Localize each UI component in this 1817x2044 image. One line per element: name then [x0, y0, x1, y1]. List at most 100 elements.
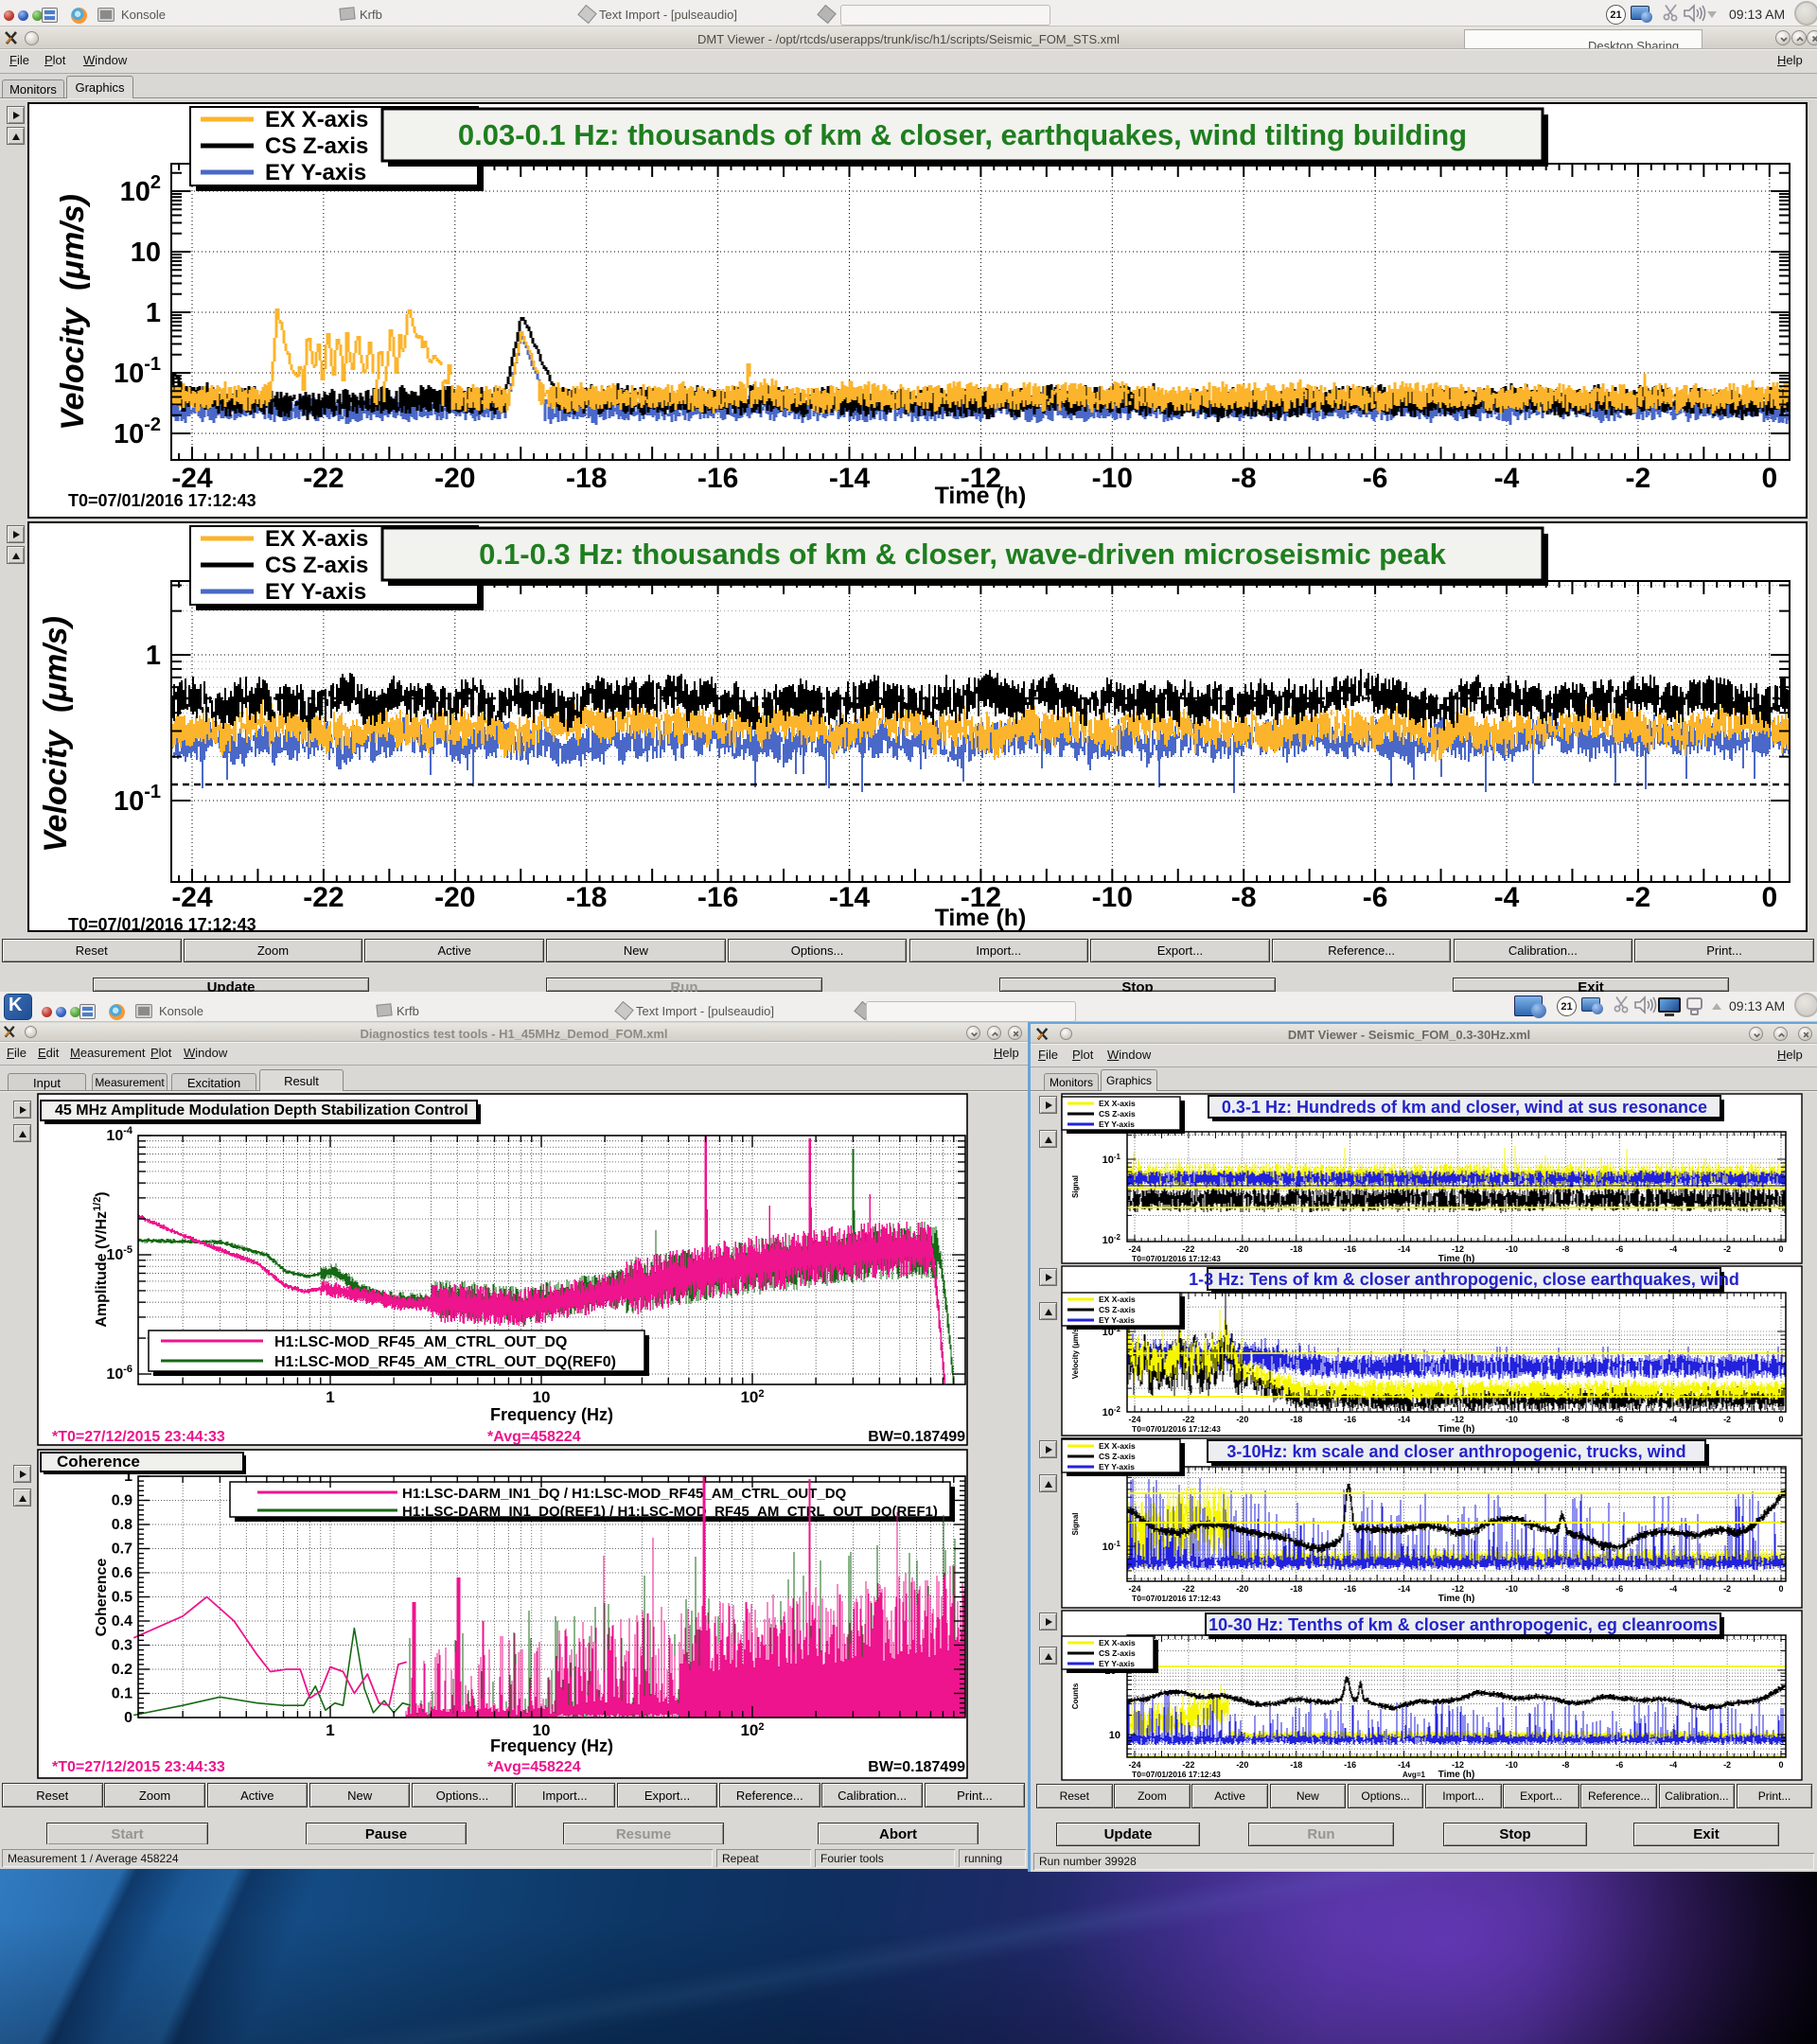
svg-text:EY Y-axis: EY Y-axis	[1099, 1659, 1135, 1668]
svg-text:10: 10	[533, 1388, 551, 1406]
svg-text:45 MHz Amplitude Modulation De: 45 MHz Amplitude Modulation Depth Stabil…	[55, 1102, 468, 1119]
svg-text:EX X-axis: EX X-axis	[265, 107, 368, 132]
svg-text:Time (h): Time (h)	[1438, 1424, 1475, 1435]
svg-text:-16: -16	[1344, 1760, 1356, 1770]
svg-text:-4: -4	[1669, 1760, 1677, 1770]
svg-text:-16: -16	[1344, 1244, 1356, 1254]
svg-text:Velocity (μm/s): Velocity (μm/s)	[1071, 1325, 1080, 1379]
svg-text:Time (h): Time (h)	[935, 905, 1027, 931]
svg-text:-14: -14	[1398, 1584, 1410, 1594]
svg-text:-6: -6	[1615, 1584, 1623, 1594]
svg-text:0: 0	[1761, 463, 1777, 494]
svg-text:-8: -8	[1231, 882, 1257, 913]
svg-text:-22: -22	[1182, 1584, 1194, 1594]
svg-text:Frequency (Hz): Frequency (Hz)	[490, 1405, 613, 1424]
svg-text:T0=07/01/2016 17:12:43: T0=07/01/2016 17:12:43	[1132, 1594, 1221, 1603]
svg-text:1: 1	[326, 1388, 334, 1406]
svg-text:0.1-0.3 Hz: thousands of km &: 0.1-0.3 Hz: thousands of km & closer, wa…	[479, 537, 1446, 571]
svg-text:-4: -4	[1669, 1584, 1677, 1594]
svg-text:-22: -22	[303, 882, 344, 913]
svg-text:Counts: Counts	[1071, 1683, 1080, 1709]
svg-text:-8: -8	[1231, 463, 1257, 494]
svg-text:-14: -14	[1398, 1760, 1410, 1770]
svg-text:-10: -10	[1506, 1415, 1518, 1424]
svg-text:-18: -18	[566, 882, 607, 913]
svg-text:-14: -14	[1398, 1244, 1410, 1254]
svg-text:-24: -24	[1128, 1584, 1140, 1594]
svg-text:-8: -8	[1561, 1244, 1569, 1254]
svg-text:-18: -18	[566, 463, 607, 494]
svg-text:-12: -12	[1452, 1584, 1464, 1594]
svg-text:-4: -4	[1669, 1244, 1677, 1254]
svg-text:0: 0	[1778, 1244, 1783, 1254]
svg-text:-20: -20	[1236, 1760, 1248, 1770]
svg-text:-22: -22	[1182, 1760, 1194, 1770]
svg-text:10-30 Hz: Tenths of km & close: 10-30 Hz: Tenths of km & closer anthropo…	[1208, 1615, 1718, 1634]
svg-text:-14: -14	[829, 882, 871, 913]
svg-text:0.3: 0.3	[112, 1638, 132, 1654]
svg-text:H1:LSC-MOD_RF45_AM_CTRL_OUT_DQ: H1:LSC-MOD_RF45_AM_CTRL_OUT_DQ(REF0)	[274, 1354, 616, 1370]
svg-text:*Avg=458224: *Avg=458224	[487, 1759, 581, 1775]
svg-text:-20: -20	[1236, 1415, 1248, 1424]
svg-text:3-10Hz: km scale and closer an: 3-10Hz: km scale and closer anthropogeni…	[1226, 1442, 1685, 1461]
svg-text:-2: -2	[1723, 1415, 1731, 1424]
svg-text:0.1: 0.1	[112, 1686, 132, 1702]
svg-text:Coherence: Coherence	[94, 1559, 110, 1637]
svg-text:1: 1	[146, 641, 161, 671]
svg-text:-18: -18	[1290, 1244, 1302, 1254]
svg-text:-22: -22	[1182, 1415, 1194, 1424]
svg-text:Time (h): Time (h)	[1438, 1594, 1475, 1604]
svg-text:0.3-1 Hz: Hundreds of km and c: 0.3-1 Hz: Hundreds of km and closer, win…	[1222, 1098, 1707, 1117]
svg-text:-2: -2	[1723, 1584, 1731, 1594]
svg-text:-16: -16	[1344, 1584, 1356, 1594]
svg-text:Velocity (μm/s): Velocity (μm/s)	[38, 616, 74, 853]
svg-text:-6: -6	[1615, 1244, 1623, 1254]
svg-text:-12: -12	[1452, 1760, 1464, 1770]
svg-text:1-3 Hz: Tens of km & closer an: 1-3 Hz: Tens of km & closer anthropogeni…	[1189, 1270, 1739, 1289]
svg-text:0: 0	[124, 1710, 132, 1726]
svg-text:-4: -4	[1669, 1415, 1677, 1424]
svg-text:-16: -16	[697, 882, 738, 913]
svg-text:Amplitude (V/Hz1/2): Amplitude (V/Hz1/2)	[92, 1191, 110, 1327]
svg-text:-6: -6	[1363, 463, 1388, 494]
svg-text:CS Z-axis: CS Z-axis	[265, 133, 368, 159]
svg-text:0.2: 0.2	[112, 1662, 132, 1678]
svg-text:H1:LSC-DARM_IN1_DQ / H1:LSC-MO: H1:LSC-DARM_IN1_DQ / H1:LSC-MOD_RF45_AM_…	[402, 1486, 847, 1502]
svg-text:-10: -10	[1506, 1584, 1518, 1594]
svg-text:Coherence: Coherence	[57, 1453, 140, 1471]
svg-text:-20: -20	[1236, 1244, 1248, 1254]
svg-text:0: 0	[1761, 882, 1777, 913]
svg-text:-2: -2	[1723, 1244, 1731, 1254]
svg-text:BW=0.187499: BW=0.187499	[868, 1759, 965, 1775]
svg-text:T0=07/01/2016 17:12:43: T0=07/01/2016 17:12:43	[1132, 1254, 1221, 1263]
svg-text:Time (h): Time (h)	[1438, 1254, 1475, 1264]
svg-text:Time (h): Time (h)	[935, 483, 1027, 509]
svg-text:EX X-axis: EX X-axis	[1099, 1638, 1136, 1648]
svg-text:EX X-axis: EX X-axis	[1099, 1441, 1136, 1451]
svg-text:CS Z-axis: CS Z-axis	[1099, 1305, 1136, 1314]
svg-text:Avg=1: Avg=1	[1402, 1771, 1425, 1779]
svg-text:BW=0.187499: BW=0.187499	[868, 1429, 965, 1445]
svg-text:Frequency (Hz): Frequency (Hz)	[490, 1736, 613, 1755]
svg-text:-24: -24	[1128, 1760, 1140, 1770]
svg-text:-20: -20	[434, 882, 475, 913]
svg-text:CS Z-axis: CS Z-axis	[1099, 1109, 1136, 1119]
svg-text:-16: -16	[1344, 1415, 1356, 1424]
svg-text:*Avg=458224: *Avg=458224	[487, 1429, 581, 1445]
svg-text:EY Y-axis: EY Y-axis	[1099, 1119, 1135, 1129]
svg-text:Velocity (μm/s): Velocity (μm/s)	[55, 194, 91, 431]
svg-text:-20: -20	[1236, 1584, 1248, 1594]
svg-text:0: 0	[1778, 1760, 1783, 1770]
svg-text:-24: -24	[171, 882, 213, 913]
svg-text:0: 0	[1778, 1584, 1783, 1594]
svg-text:*T0=27/12/2015 23:44:33: *T0=27/12/2015 23:44:33	[52, 1429, 225, 1445]
svg-text:-24: -24	[1128, 1244, 1140, 1254]
svg-text:-2: -2	[1723, 1760, 1731, 1770]
svg-text:-8: -8	[1561, 1415, 1569, 1424]
svg-text:CS Z-axis: CS Z-axis	[1099, 1648, 1136, 1658]
svg-text:EY Y-axis: EY Y-axis	[265, 579, 366, 605]
svg-text:Signal: Signal	[1071, 1175, 1080, 1198]
svg-text:10: 10	[131, 238, 161, 268]
svg-text:0: 0	[1778, 1415, 1783, 1424]
svg-text:-6: -6	[1363, 882, 1388, 913]
